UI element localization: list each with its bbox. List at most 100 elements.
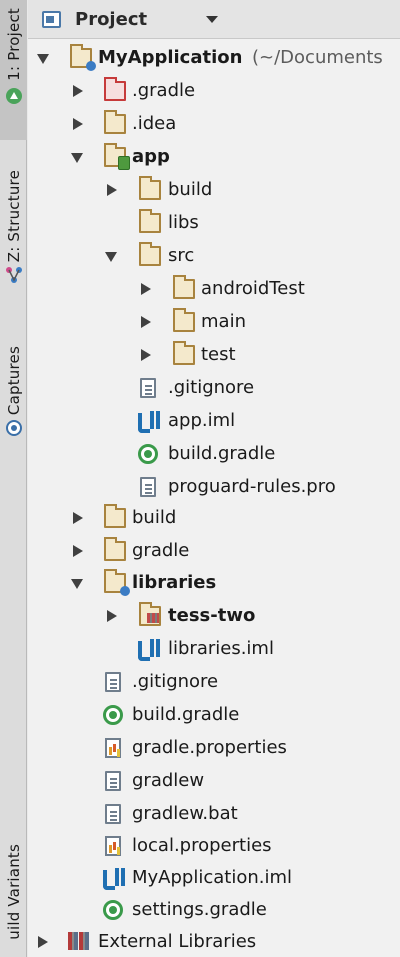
tree-node-label: main xyxy=(201,311,246,332)
tree-node-app[interactable]: app xyxy=(28,141,400,173)
tree-node-app-src[interactable]: src xyxy=(28,240,400,272)
tree-node-label: local.properties xyxy=(132,835,272,856)
gradle-icon xyxy=(138,444,158,464)
root-path: (~/Documents xyxy=(252,47,383,68)
tree-node-label: .gitignore xyxy=(168,377,255,398)
collapse-arrow-icon[interactable] xyxy=(107,610,117,622)
tree-node-gradle-properties[interactable]: gradle.properties xyxy=(28,732,400,764)
tree-node-android-test[interactable]: androidTest xyxy=(28,273,400,305)
tree-node-label: build xyxy=(132,507,177,528)
tree-node-label: .gradle xyxy=(132,80,196,101)
view-selector-dropdown[interactable]: Project xyxy=(42,5,218,33)
tab-captures[interactable]: Captures xyxy=(0,340,27,465)
tree-node-label: test xyxy=(201,344,236,365)
android-module-folder-icon xyxy=(103,143,130,170)
tree-node-main[interactable]: main xyxy=(28,306,400,338)
folder-icon xyxy=(172,308,195,332)
tree-node-libraries[interactable]: libraries xyxy=(28,567,400,599)
text-file-icon xyxy=(105,672,121,692)
tree-node-label: gradle xyxy=(132,540,190,561)
tree-node-label: app.iml xyxy=(168,410,236,431)
tree-node-proguard[interactable]: proguard-rules.pro xyxy=(28,471,400,503)
collapse-arrow-icon[interactable] xyxy=(73,512,83,524)
tree-node-project-iml[interactable]: MyApplication.iml xyxy=(28,862,400,894)
tree-node-label: gradle.properties xyxy=(132,737,287,758)
tree-node-gradlew[interactable]: gradlew xyxy=(28,765,400,797)
tab-structure[interactable]: Z: Structure xyxy=(0,160,27,310)
tree-node-label: src xyxy=(168,245,195,266)
expand-arrow-icon[interactable] xyxy=(71,153,83,163)
folder-icon xyxy=(103,110,126,134)
collapse-arrow-icon[interactable] xyxy=(141,283,151,295)
tool-window-strip: 1: Project Z: Structure Captures uild Va… xyxy=(0,0,27,957)
folder-icon xyxy=(172,341,195,365)
collapse-arrow-icon[interactable] xyxy=(73,85,83,97)
tab-project[interactable]: 1: Project xyxy=(0,0,27,140)
tree-node-libraries-iml[interactable]: libraries.iml xyxy=(28,633,400,665)
properties-file-icon xyxy=(105,836,121,856)
tree-node-settings-gradle[interactable]: settings.gradle xyxy=(28,894,400,926)
collapse-arrow-icon[interactable] xyxy=(73,118,83,130)
folder-icon xyxy=(138,242,161,266)
tree-node-label: .idea xyxy=(132,113,177,134)
text-file-icon xyxy=(140,378,156,398)
tab-captures-label: Captures xyxy=(4,346,23,416)
captures-icon xyxy=(5,420,22,437)
tree-node-label: gradlew.bat xyxy=(132,803,238,824)
library-module-folder-icon xyxy=(138,602,161,626)
collapse-arrow-icon[interactable] xyxy=(38,936,48,948)
tab-project-label: 1: Project xyxy=(4,8,23,81)
iml-file-icon xyxy=(103,868,125,890)
tree-node-build-gradle[interactable]: build.gradle xyxy=(28,699,400,731)
tree-node-label: settings.gradle xyxy=(132,899,267,920)
tab-structure-label: Z: Structure xyxy=(4,170,23,263)
tree-node-gradlew-bat[interactable]: gradlew.bat xyxy=(28,798,400,830)
view-selector-label: Project xyxy=(75,8,148,30)
tree-node-app-gitignore[interactable]: .gitignore xyxy=(28,372,400,404)
text-file-icon xyxy=(105,771,121,791)
tree-node-label: app xyxy=(132,146,170,167)
gradle-icon xyxy=(103,705,123,725)
tab-build-variants[interactable]: uild Variants xyxy=(0,840,27,957)
tree-node-label: gradlew xyxy=(132,770,205,791)
expand-arrow-icon[interactable] xyxy=(71,579,83,589)
tree-node-label: libs xyxy=(168,212,199,233)
tree-node-root[interactable]: MyApplication (~/Documents xyxy=(28,42,400,74)
tree-node-app-build-gradle[interactable]: build.gradle xyxy=(28,438,400,470)
tree-node-label: MyApplication.iml xyxy=(132,867,293,888)
folder-icon xyxy=(172,275,195,299)
gradle-icon xyxy=(103,900,123,920)
module-folder-icon xyxy=(103,569,130,596)
tree-node-app-build[interactable]: build xyxy=(28,174,400,206)
tree-node-label: build.gradle xyxy=(132,704,240,725)
tree-node-local-properties[interactable]: local.properties xyxy=(28,830,400,862)
collapse-arrow-icon[interactable] xyxy=(141,316,151,328)
folder-icon xyxy=(103,537,126,561)
collapse-arrow-icon[interactable] xyxy=(141,349,151,361)
iml-file-icon xyxy=(138,639,160,661)
tree-node-gradle[interactable]: gradle xyxy=(28,535,400,567)
iml-file-icon xyxy=(138,411,160,433)
tree-node-label: proguard-rules.pro xyxy=(168,476,336,497)
tree-node-tess-two[interactable]: tess-two xyxy=(28,600,400,632)
collapse-arrow-icon[interactable] xyxy=(73,545,83,557)
tree-node-test[interactable]: test xyxy=(28,339,400,371)
tree-node-gradle-dir[interactable]: .gradle xyxy=(28,75,400,107)
collapse-arrow-icon[interactable] xyxy=(107,184,117,196)
tree-node-app-libs[interactable]: libs xyxy=(28,207,400,239)
tree-node-label: External Libraries xyxy=(98,931,257,952)
project-panel: Project MyApplication (~/Documents .grad… xyxy=(28,0,400,957)
tree-node-label: libraries.iml xyxy=(168,638,274,659)
tree-node-idea[interactable]: .idea xyxy=(28,108,400,140)
text-file-icon xyxy=(105,804,121,824)
tree-node-gitignore[interactable]: .gitignore xyxy=(28,666,400,698)
structure-icon xyxy=(5,267,22,284)
tree-node-app-iml[interactable]: app.iml xyxy=(28,405,400,437)
root-name: MyApplication xyxy=(98,47,243,68)
tree-node-build[interactable]: build xyxy=(28,502,400,534)
tree-node-external-libraries[interactable]: External Libraries xyxy=(28,926,400,957)
expand-arrow-icon[interactable] xyxy=(37,54,49,64)
project-view-icon xyxy=(42,10,61,28)
expand-arrow-icon[interactable] xyxy=(105,252,117,262)
tree-node-label: libraries xyxy=(132,572,217,593)
